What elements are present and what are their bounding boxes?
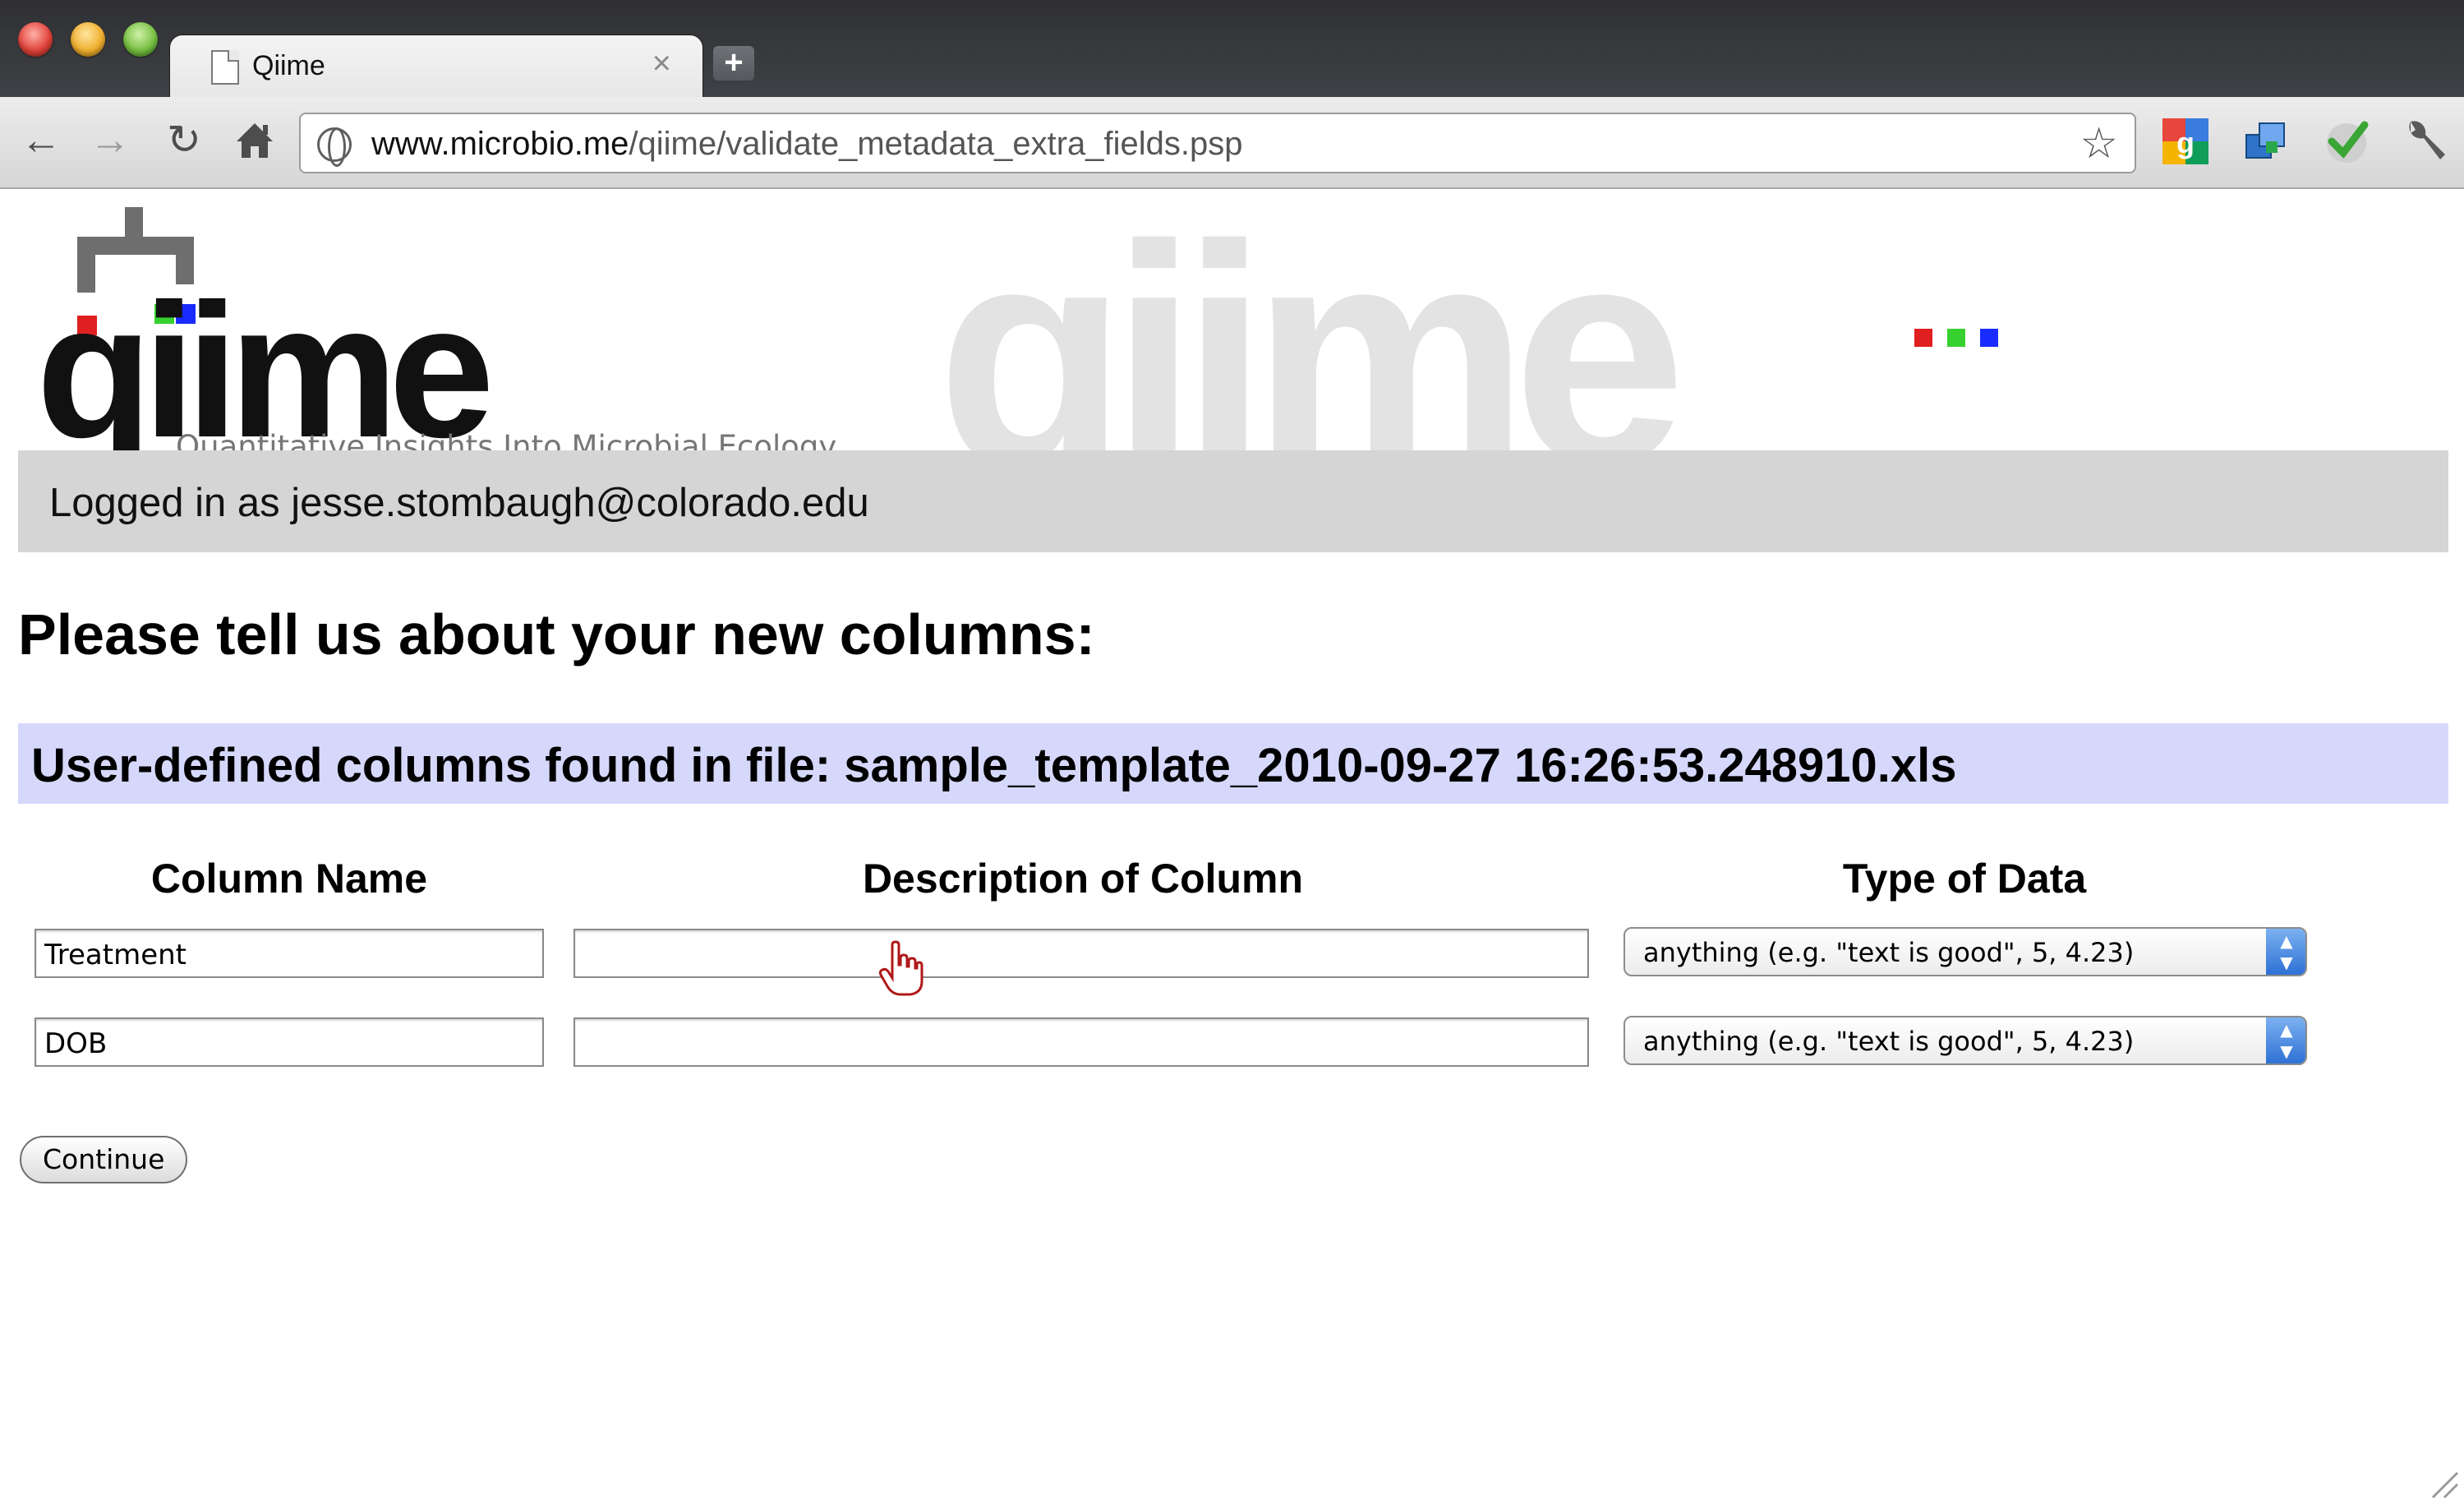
google-icon[interactable]: g xyxy=(2161,117,2210,166)
column-name-input[interactable]: DOB xyxy=(35,1017,544,1067)
page-content: qiime qiime Quantitative Insights Into M… xyxy=(0,191,2464,1504)
watermark-blue-square xyxy=(1980,329,1998,347)
home-icon[interactable] xyxy=(230,115,279,164)
watermark-red-square xyxy=(1914,329,1932,347)
new-tab-button[interactable]: + xyxy=(713,46,754,81)
data-type-value: anything (e.g. "text is good", 5, 4.23) xyxy=(1643,1026,2135,1057)
data-type-value: anything (e.g. "text is good", 5, 4.23) xyxy=(1643,937,2135,968)
hand-cursor-icon xyxy=(876,940,925,998)
column-description-input[interactable] xyxy=(573,1017,1589,1067)
checkmark-icon[interactable] xyxy=(2322,117,2371,166)
globe-icon xyxy=(317,127,352,167)
logo-tree-trunk xyxy=(125,207,143,240)
select-arrows-icon[interactable]: ▲ ▼ xyxy=(2266,1017,2305,1063)
reload-icon[interactable]: ↻ xyxy=(159,115,209,164)
close-tab-icon[interactable]: × xyxy=(652,47,671,80)
page-title: Please tell us about your new columns: xyxy=(18,602,1095,667)
address-bar[interactable]: www.microbio.me/qiime/validate_metadata_… xyxy=(299,113,2136,173)
tab-title: Qiime xyxy=(252,50,325,81)
resize-grip-icon[interactable] xyxy=(2426,1466,2459,1499)
close-window-button[interactable] xyxy=(18,22,53,57)
continue-button[interactable]: Continue xyxy=(20,1136,188,1183)
column-header-type: Type of Data xyxy=(1842,856,2087,902)
windows-icon[interactable] xyxy=(2241,117,2291,166)
select-arrows-icon[interactable]: ▲ ▼ xyxy=(2266,929,2305,975)
url-host: www.microbio.me xyxy=(371,126,629,162)
file-label: User-defined columns found in file: samp… xyxy=(31,739,1957,792)
svg-text:g: g xyxy=(2176,126,2195,159)
watermark-green-square xyxy=(1947,329,1965,347)
url-path: /qiime/validate_metadata_extra_fields.ps… xyxy=(629,126,1243,162)
login-status: Logged in as jesse.stombaugh@colorado.ed… xyxy=(49,481,869,525)
login-bar: Logged in as jesse.stombaugh@colorado.ed… xyxy=(18,450,2448,552)
back-arrow-icon[interactable]: ← xyxy=(16,115,66,164)
bookmark-star-icon[interactable]: ☆ xyxy=(2079,122,2118,165)
column-name-input[interactable]: Treatment xyxy=(35,929,544,978)
tab-qiime[interactable]: Qiime × xyxy=(169,35,703,100)
wrench-icon[interactable] xyxy=(2399,117,2448,166)
column-description-input[interactable] xyxy=(573,929,1589,978)
url-text[interactable]: www.microbio.me/qiime/validate_metadata_… xyxy=(371,126,1243,163)
data-type-select[interactable]: anything (e.g. "text is good", 5, 4.23) … xyxy=(1623,927,2307,976)
file-banner: User-defined columns found in file: samp… xyxy=(18,723,2448,804)
title-bar: Qiime × + xyxy=(0,0,2464,100)
page-icon xyxy=(211,50,239,85)
forward-arrow-icon[interactable]: → xyxy=(85,115,135,164)
column-header-description: Description of Column xyxy=(862,856,1304,902)
zoom-window-button[interactable] xyxy=(123,22,158,57)
browser-toolbar: ← → ↻ www.microbio.me/qiime/validate_met… xyxy=(0,97,2464,189)
data-type-select[interactable]: anything (e.g. "text is good", 5, 4.23) … xyxy=(1623,1016,2307,1065)
qiime-logo[interactable]: qiime Quantitative Insights Into Microbi… xyxy=(36,207,841,467)
column-header-name: Column Name xyxy=(150,856,428,902)
minimize-window-button[interactable] xyxy=(71,22,105,57)
